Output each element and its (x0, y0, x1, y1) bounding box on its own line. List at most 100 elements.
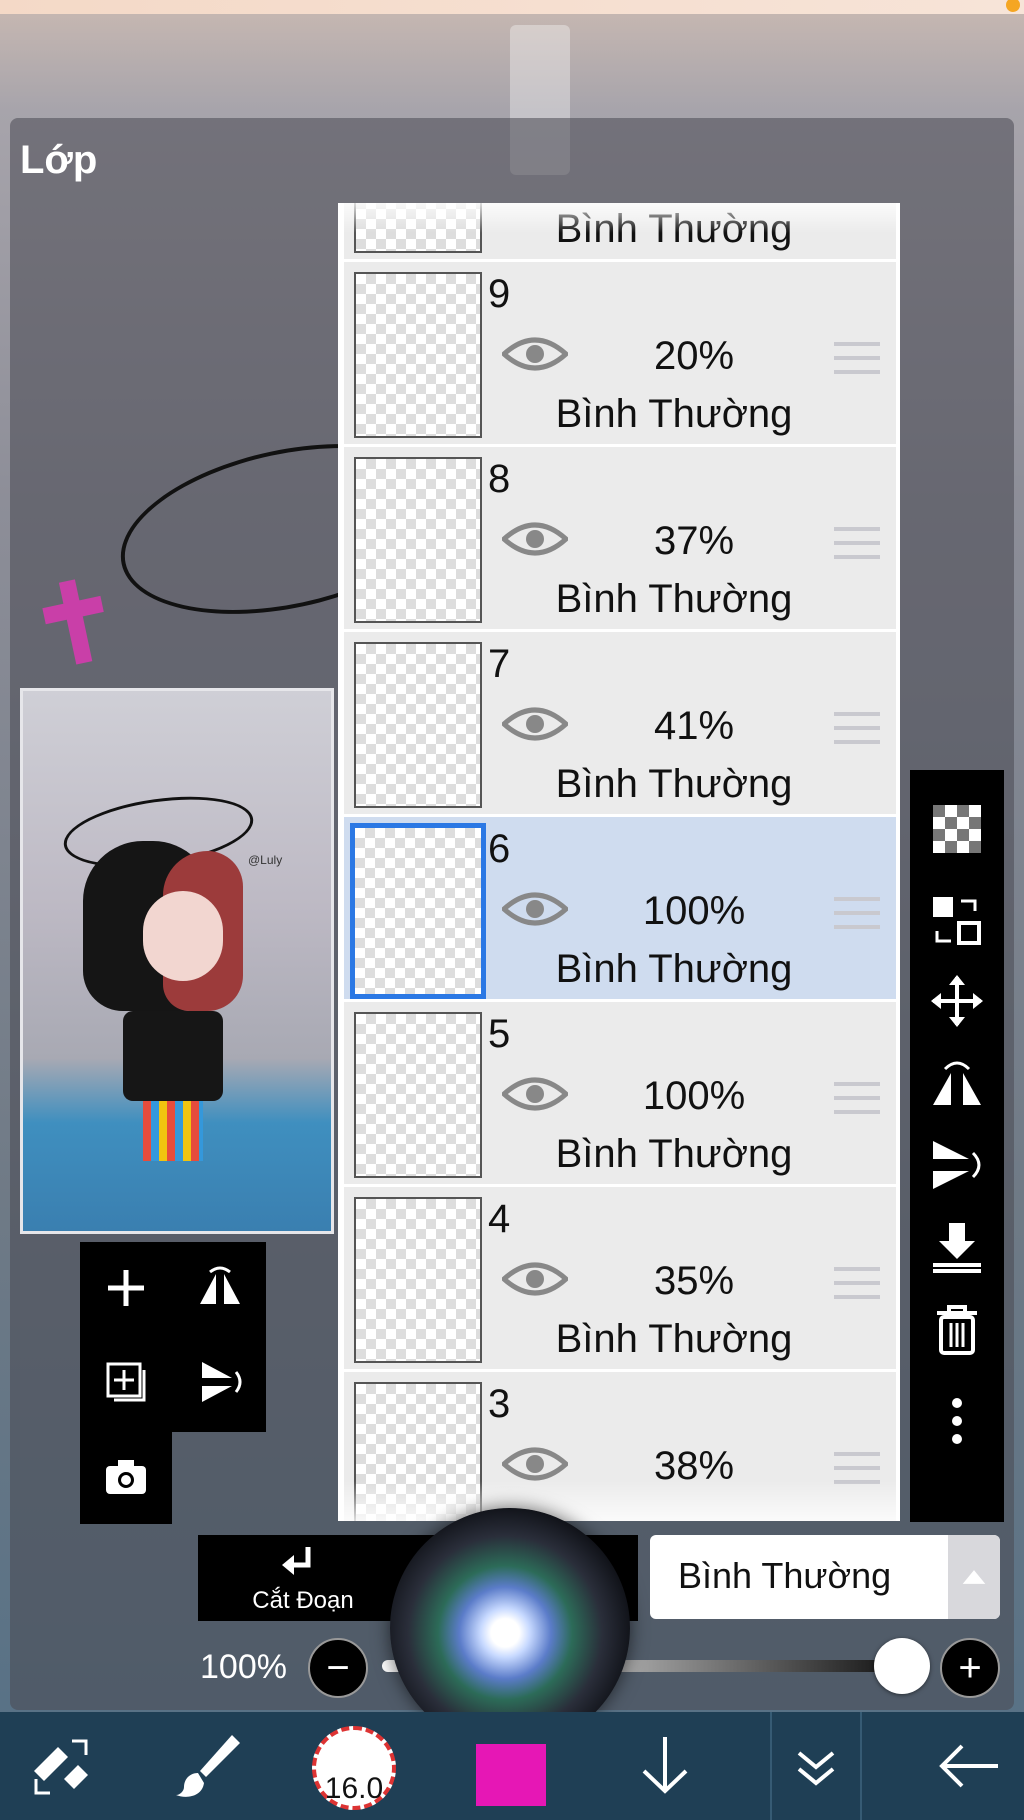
camera-bar (80, 1432, 172, 1524)
eye-icon[interactable] (502, 889, 568, 929)
add-image-layer-icon (106, 1362, 146, 1402)
flip-horizontal-button[interactable] (910, 1042, 1004, 1124)
trash-icon (937, 1305, 977, 1355)
layer-list[interactable]: Bình Thường 9 20% Bình Thường 8 37% Bình… (338, 203, 900, 1521)
drag-handle-icon[interactable] (834, 897, 880, 933)
preview-watermark: @Luly (248, 853, 283, 867)
back-button[interactable] (924, 1712, 1014, 1820)
brush-icon (176, 1735, 240, 1797)
swap-layers-button[interactable] (910, 880, 1004, 962)
list-fade-bottom (338, 1481, 900, 1521)
eye-icon[interactable] (502, 519, 568, 559)
move-down-button[interactable] (620, 1712, 710, 1820)
layer-name: 6 (488, 827, 511, 871)
layer-blend-mode: Bình Thường (555, 392, 793, 436)
opacity-label: 100% (200, 1648, 287, 1686)
blend-mode-arrow[interactable] (948, 1535, 1000, 1619)
layer-blend-mode: Bình Thường (555, 1317, 793, 1361)
clipping-label: Cắt Đoạn (252, 1587, 354, 1614)
brush-button[interactable] (164, 1712, 254, 1820)
more-options-button[interactable] (910, 1380, 1004, 1462)
eye-icon[interactable] (502, 1444, 568, 1484)
layer-name: 5 (488, 1012, 511, 1056)
camera-button[interactable] (80, 1432, 172, 1524)
blend-mode-value: Bình Thường (678, 1555, 892, 1596)
layer-blend-mode: Bình Thường (555, 947, 793, 991)
layer-blend-mode: Bình Thường (555, 577, 793, 621)
canvas-preview[interactable]: @Luly (20, 688, 334, 1234)
drag-handle-icon[interactable] (834, 527, 880, 563)
triangle-up-icon (962, 1570, 986, 1584)
layer-opacity: 100% (642, 889, 746, 933)
layer-opacity: 20% (653, 334, 735, 378)
flip-vertical-button[interactable] (910, 1124, 1004, 1206)
layer-row-selected[interactable]: 6 100% Bình Thường (344, 817, 896, 1002)
layer-name: 7 (488, 642, 511, 686)
layer-name: 9 (488, 272, 511, 316)
eye-icon[interactable] (502, 334, 568, 374)
blend-mode-select[interactable]: Bình Thường (650, 1535, 1000, 1619)
layer-blend-mode: Bình Thường (555, 762, 793, 806)
opacity-slider-knob[interactable] (874, 1638, 930, 1694)
opacity-plus-button[interactable]: + (940, 1638, 1000, 1698)
layer-opacity: 37% (653, 519, 735, 563)
transparent-bg-button[interactable] (910, 788, 1004, 870)
layer-panel-title: Lớp (20, 138, 98, 182)
layer-row[interactable]: 5 100% Bình Thường (344, 1002, 896, 1187)
layer-opacity: 35% (653, 1259, 735, 1303)
drag-handle-icon[interactable] (834, 1082, 880, 1118)
drag-handle-icon[interactable] (834, 712, 880, 748)
flip-horizontal-button[interactable] (174, 1242, 266, 1334)
color-swatch[interactable] (476, 1744, 546, 1806)
status-strip (0, 0, 1024, 14)
layer-opacity: 41% (653, 704, 735, 748)
list-fade-top (338, 203, 900, 233)
flip-vertical-icon (202, 1362, 242, 1402)
layer-name: 3 (488, 1382, 511, 1426)
camera-icon (106, 1460, 146, 1494)
eye-icon[interactable] (502, 1074, 568, 1114)
move-button[interactable] (910, 960, 1004, 1042)
add-layer-button[interactable] (80, 1242, 172, 1334)
preview-legs (143, 1101, 203, 1161)
brush-size-indicator[interactable]: 16.0 (312, 1726, 396, 1810)
flip-horizontal-icon (933, 1061, 981, 1105)
merge-down-icon (933, 1223, 981, 1273)
layer-row[interactable]: 9 20% Bình Thường (344, 262, 896, 447)
back-arrow-icon (939, 1744, 998, 1788)
move-down-icon (642, 1737, 688, 1794)
layer-row[interactable]: 7 41% Bình Thường (344, 632, 896, 817)
swap-layers-icon (933, 897, 981, 945)
move-icon (931, 975, 983, 1027)
transform-eraser-icon (34, 1739, 88, 1795)
layer-thumbnail (354, 272, 482, 438)
merge-down-button[interactable] (910, 1206, 1004, 1288)
add-layer-icon (108, 1270, 144, 1306)
layer-thumbnail (354, 1012, 482, 1178)
layer-row[interactable]: 8 37% Bình Thường (344, 447, 896, 632)
double-chevron-icon (797, 1751, 835, 1786)
preview-face (143, 891, 223, 981)
layer-tools-toolbar (910, 770, 1004, 1522)
delete-layer-button[interactable] (910, 1288, 1004, 1370)
layer-blend-mode: Bình Thường (555, 1132, 793, 1176)
layer-row[interactable]: 4 35% Bình Thường (344, 1187, 896, 1372)
flip-horizontal-icon (200, 1266, 240, 1304)
double-chevron-button[interactable] (776, 1712, 856, 1820)
flip-vertical-button[interactable] (174, 1336, 266, 1428)
layer-thumbnail (354, 1197, 482, 1363)
drag-handle-icon[interactable] (834, 342, 880, 378)
preview-character (83, 831, 243, 1161)
layer-thumbnail (350, 823, 486, 999)
eye-icon[interactable] (502, 1259, 568, 1299)
clip-arrow-icon (282, 1547, 311, 1575)
opacity-minus-button[interactable]: − (308, 1638, 368, 1698)
drag-handle-icon[interactable] (834, 1267, 880, 1303)
preview-outfit (123, 1011, 223, 1101)
eye-icon[interactable] (502, 704, 568, 744)
layer-name: 8 (488, 457, 511, 501)
transform-eraser-button[interactable] (18, 1712, 108, 1820)
toolbar-separator (860, 1712, 862, 1820)
add-image-layer-button[interactable] (80, 1336, 172, 1428)
layer-thumbnail (354, 457, 482, 623)
